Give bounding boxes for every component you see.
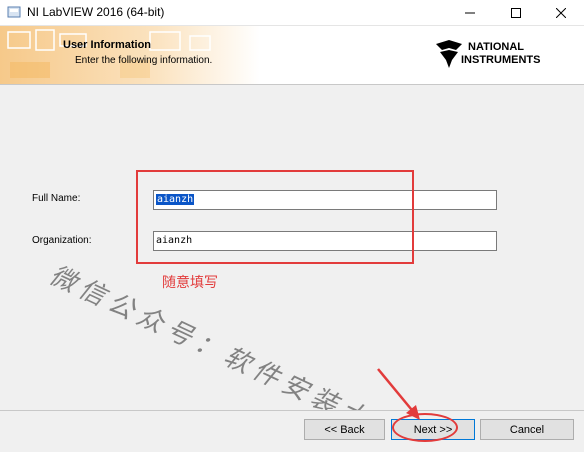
logo-text-national: NATIONAL bbox=[468, 41, 525, 53]
close-icon bbox=[556, 7, 566, 18]
organization-label: Organization: bbox=[32, 235, 92, 246]
header-banner: User Information Enter the following inf… bbox=[0, 26, 584, 85]
logo-text-instruments: INSTRUMENTS bbox=[461, 54, 541, 66]
window-title: NI LabVIEW 2016 (64-bit) bbox=[27, 5, 165, 19]
full-name-label: Full Name: bbox=[32, 193, 81, 204]
cancel-button[interactable]: Cancel bbox=[480, 419, 574, 440]
close-button[interactable] bbox=[538, 0, 584, 25]
ni-eagle-icon bbox=[436, 40, 462, 68]
app-icon bbox=[7, 6, 21, 18]
annotation-arrow-icon bbox=[377, 368, 420, 420]
title-bar: NI LabVIEW 2016 (64-bit) bbox=[0, 0, 584, 26]
national-instruments-logo: NATIONAL INSTRUMENTS bbox=[436, 40, 558, 72]
minimize-icon bbox=[465, 12, 475, 13]
annotation-highlight-box bbox=[136, 170, 414, 264]
maximize-icon bbox=[511, 7, 521, 18]
banner-title: User Information bbox=[63, 39, 152, 51]
banner-subtitle: Enter the following information. bbox=[75, 55, 213, 66]
maximize-button[interactable] bbox=[493, 0, 539, 25]
minimize-button[interactable] bbox=[447, 0, 493, 25]
annotation-note: 随意填写 bbox=[162, 274, 218, 290]
